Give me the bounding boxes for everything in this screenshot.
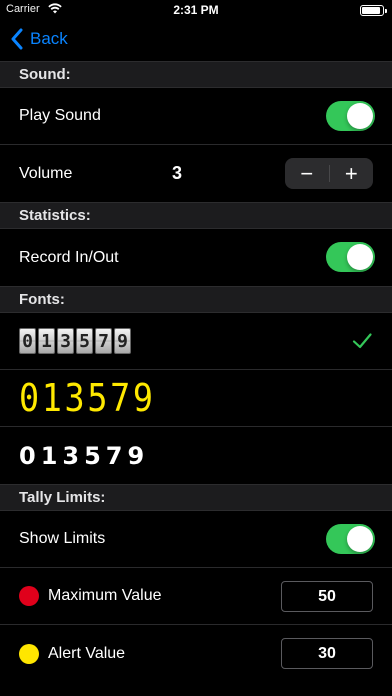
record-row: Record In/Out [0, 229, 392, 286]
flip-digit: 1 [38, 328, 55, 354]
red-dot-icon [19, 586, 39, 606]
navigation-bar: Back [0, 20, 392, 61]
record-label: Record In/Out [19, 248, 119, 266]
checkmark-icon [352, 333, 372, 349]
section-header-fonts: Fonts: [0, 286, 392, 313]
flip-digit: 9 [114, 328, 131, 354]
volume-row: Volume 3 − + [0, 145, 392, 202]
font-option-lcd[interactable]: 013579 [0, 370, 392, 427]
volume-increment-button[interactable]: + [330, 158, 374, 189]
maximum-value-label: Maximum Value [48, 587, 162, 604]
flip-counter-preview: 0 1 3 5 7 9 [19, 328, 131, 354]
volume-label: Volume [19, 164, 73, 182]
maximum-value-field[interactable]: 50 [281, 581, 373, 612]
volume-stepper: − + [285, 158, 373, 189]
show-limits-toggle[interactable] [326, 524, 375, 554]
show-limits-label: Show Limits [19, 530, 106, 547]
volume-decrement-button[interactable]: − [285, 158, 329, 189]
flip-digit: 3 [57, 328, 74, 354]
lcd-font-preview: 013579 [19, 376, 156, 420]
section-header-statistics: Statistics: [0, 202, 392, 229]
play-sound-row: Play Sound [0, 88, 392, 145]
flip-digit: 7 [95, 328, 112, 354]
volume-value: 3 [172, 163, 183, 183]
show-limits-row: Show Limits [0, 511, 392, 568]
battery-icon [360, 5, 387, 16]
back-button[interactable]: Back [10, 28, 68, 50]
chevron-left-icon [11, 28, 23, 50]
toggle-knob [347, 103, 373, 129]
record-toggle[interactable] [326, 242, 375, 272]
section-header-tally-limits: Tally Limits: [0, 484, 392, 511]
section-header-sound: Sound: [0, 61, 392, 88]
bold-font-preview: 013579 [19, 441, 150, 470]
play-sound-toggle[interactable] [326, 101, 375, 131]
flip-digit: 0 [19, 328, 36, 354]
toggle-knob [347, 244, 373, 270]
font-option-flip[interactable]: 0 1 3 5 7 9 [0, 313, 392, 370]
font-option-bold[interactable]: 013579 [0, 427, 392, 484]
alert-value-label: Alert Value [48, 644, 126, 662]
alert-value-field[interactable]: 30 [281, 638, 373, 669]
back-button-label: Back [30, 29, 68, 48]
status-time: 2:31 PM [173, 3, 219, 17]
flip-digit: 5 [76, 328, 93, 354]
maximum-value-row: Maximum Value 50 [0, 568, 392, 625]
toggle-knob [347, 526, 373, 552]
play-sound-label: Play Sound [19, 107, 101, 124]
alert-value-row: Alert Value 30 [0, 625, 392, 682]
yellow-dot-icon [19, 643, 39, 664]
status-bar: Carrier 2:31 PM [0, 0, 392, 20]
